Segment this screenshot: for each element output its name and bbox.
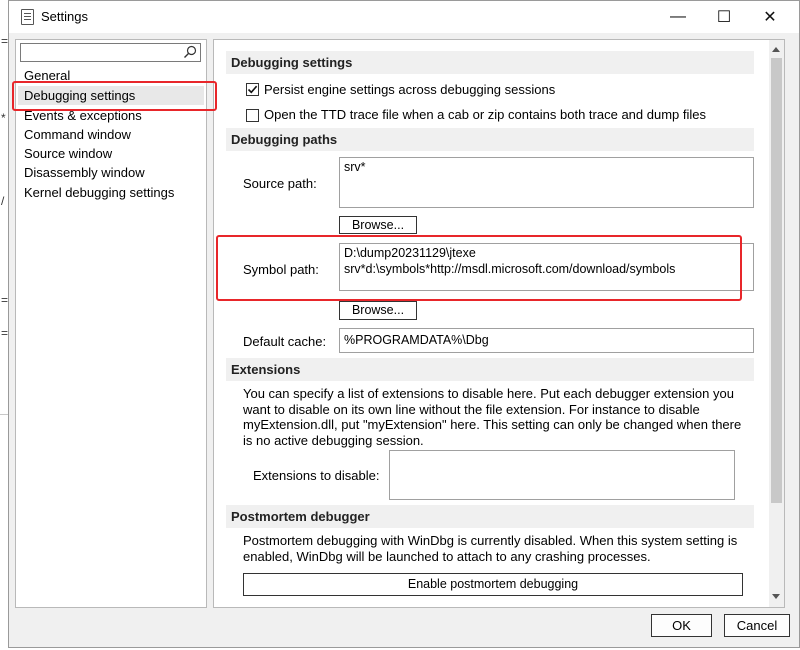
postmortem-description: Postmortem debugging with WinDbg is curr…	[243, 533, 738, 564]
maximize-icon: ☐	[716, 9, 732, 26]
background-fragment: =	[1, 34, 9, 48]
background-fragment: =	[1, 326, 9, 340]
minimize-button[interactable]: —	[655, 1, 701, 33]
settings-window: Settings — ☐ ✕ General Debugging setting…	[8, 0, 800, 648]
source-path-input[interactable]: srv*	[339, 157, 754, 208]
background-fragment: *	[1, 111, 6, 125]
settings-app-icon	[21, 9, 34, 25]
close-icon: ✕	[763, 9, 777, 26]
settings-content-panel: Debugging settings Persist engine settin…	[213, 39, 785, 608]
checkmark-icon	[247, 85, 258, 94]
maximize-button[interactable]: ☐	[701, 1, 747, 33]
section-heading-debugging-settings: Debugging settings	[226, 51, 754, 74]
persist-settings-label: Persist engine settings across debugging…	[264, 82, 556, 97]
close-button[interactable]: ✕	[747, 1, 793, 33]
title-bar[interactable]: Settings — ☐ ✕	[9, 1, 799, 33]
sidebar-item-disassembly-window[interactable]: Disassembly window	[18, 163, 204, 182]
section-heading-debugging-paths: Debugging paths	[226, 128, 754, 151]
highlight-box-debugging-settings	[12, 81, 217, 111]
default-cache-label: Default cache:	[243, 334, 327, 349]
content-scrollbar[interactable]	[769, 40, 784, 607]
extensions-description: You can specify a list of extensions to …	[243, 386, 742, 448]
scrollbar-thumb[interactable]	[771, 58, 782, 503]
sidebar-item-command-window[interactable]: Command window	[18, 125, 204, 144]
extensions-to-disable-input[interactable]	[389, 450, 735, 500]
background-divider	[0, 414, 8, 415]
window-title: Settings	[41, 9, 88, 24]
search-input[interactable]	[22, 44, 184, 62]
scroll-down-icon[interactable]	[772, 594, 780, 599]
highlight-box-symbol-path	[216, 235, 742, 301]
source-path-browse-button[interactable]: Browse...	[339, 216, 417, 234]
persist-settings-checkbox[interactable]	[246, 83, 259, 96]
search-field[interactable]	[20, 43, 201, 62]
background-fragment: =	[1, 293, 9, 307]
sidebar-item-source-window[interactable]: Source window	[18, 144, 204, 163]
section-heading-extensions: Extensions	[226, 358, 754, 381]
source-path-label: Source path:	[243, 176, 317, 191]
default-cache-input[interactable]: %PROGRAMDATA%\Dbg	[339, 328, 754, 353]
search-icon[interactable]	[183, 45, 197, 59]
background-fragment: /	[1, 194, 5, 208]
cancel-button[interactable]: Cancel	[724, 614, 790, 637]
symbol-path-browse-button[interactable]: Browse...	[339, 301, 417, 320]
enable-postmortem-button[interactable]: Enable postmortem debugging	[243, 573, 743, 596]
scroll-up-icon[interactable]	[772, 47, 780, 52]
ok-button[interactable]: OK	[651, 614, 712, 637]
section-heading-postmortem-debugger: Postmortem debugger	[226, 505, 754, 528]
ttd-trace-label: Open the TTD trace file when a cab or zi…	[264, 107, 706, 122]
ttd-trace-checkbox[interactable]	[246, 109, 259, 122]
minimize-icon: —	[670, 8, 686, 25]
extensions-to-disable-label: Extensions to disable:	[253, 468, 380, 483]
settings-sidebar: General Debugging settings Events & exce…	[15, 39, 207, 608]
sidebar-item-kernel-debugging-settings[interactable]: Kernel debugging settings	[18, 183, 204, 202]
